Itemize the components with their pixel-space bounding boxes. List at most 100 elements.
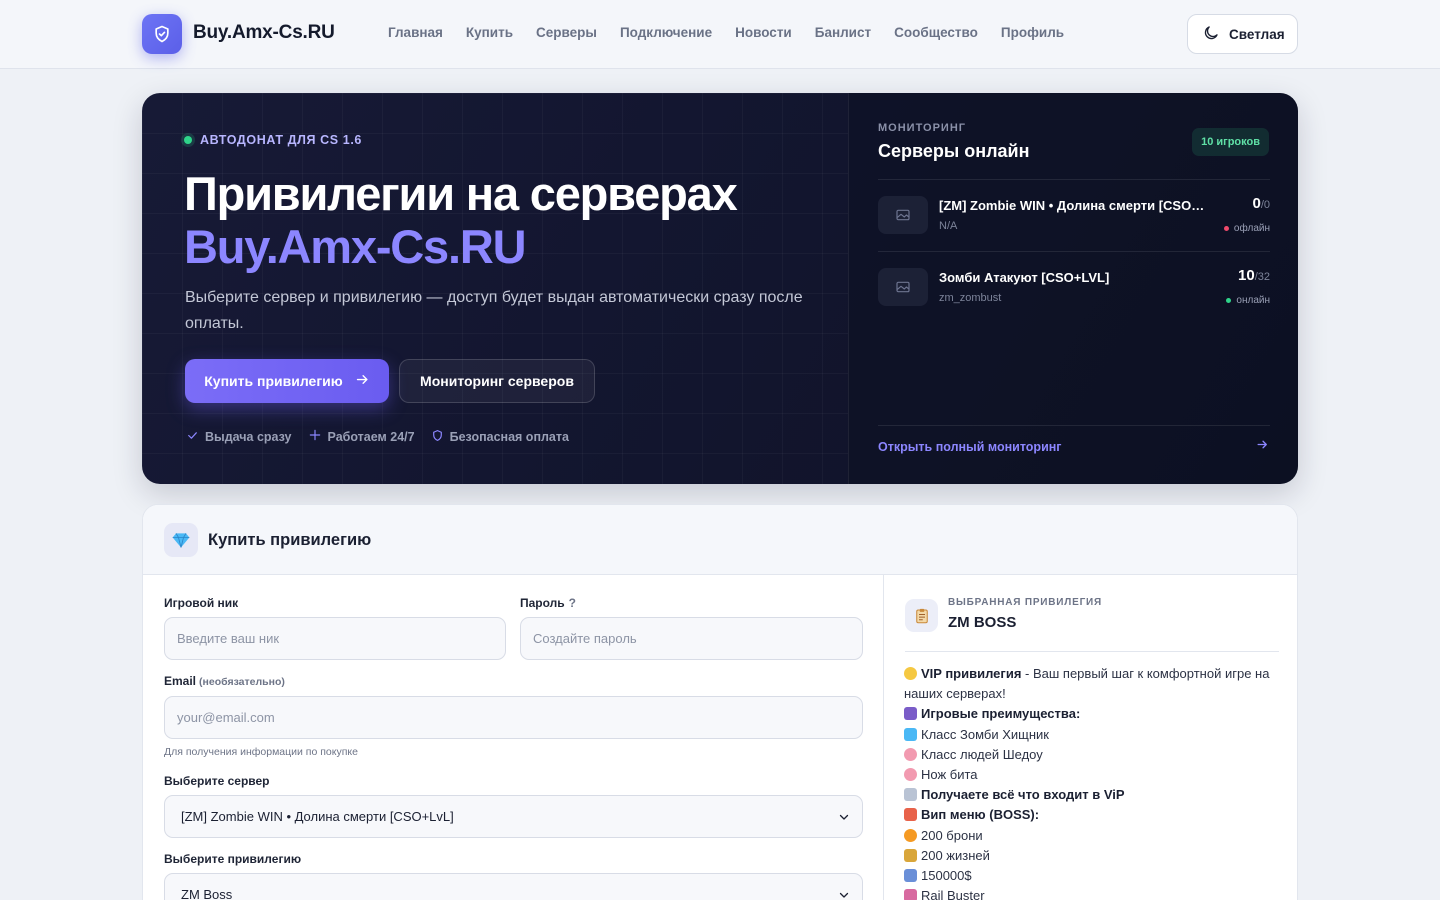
password-input[interactable] [520, 617, 863, 660]
divider [878, 425, 1270, 426]
includes-row: Получаете всё что входит в ViP [904, 785, 1284, 805]
hero-subtitle: Выберите сервер и привилегию — доступ бу… [185, 289, 803, 332]
feature-24-7-label: Работаем 24/7 [327, 429, 415, 444]
full-monitoring-link[interactable]: Открыть полный мониторинг [878, 440, 1062, 454]
server-row[interactable]: [ZM] Zombie WIN • Долина смерти [CSO+LvL… [878, 180, 1270, 250]
selected-privilege-label: ВЫБРАННАЯ ПРИВИЛЕГИЯ [948, 597, 1103, 608]
monitoring-label: МОНИТОРИНГ [878, 122, 966, 134]
shield-logo-icon[interactable] [142, 14, 182, 54]
privilege-select-value: ZM Boss [181, 887, 233, 900]
menu-title-row: Вип меню (BOSS): [904, 805, 1284, 825]
monitoring-panel: МОНИТОРИНГ Серверы онлайн 10 игроков [ZM… [848, 93, 1298, 484]
menu-title: Вип меню (BOSS): [921, 807, 1040, 823]
server-map: N/A [939, 220, 958, 232]
privilege-select-label: Выберите привилегию [164, 852, 302, 866]
privilege-intro-bold: VIP привилегия [921, 666, 1022, 681]
menu-item-label: 200 брони [921, 827, 983, 843]
server-name: [ZM] Zombie WIN • Долина смерти [CSO+LvL… [939, 198, 1209, 213]
theme-label: Светлая [1229, 26, 1285, 42]
nick-label: Игровой ник [164, 596, 239, 610]
email-optional-note: (необязательно) [199, 676, 285, 688]
hero-title: Привилегии на серверах Buy.Amx-Cs.RU [184, 167, 738, 273]
check-icon [186, 429, 199, 445]
benefit-item: Класс Зомби Хищник [904, 725, 1284, 745]
benefits-title: Игровые преимущества: [921, 706, 1081, 722]
nav-item-banlist[interactable]: Банлист [815, 25, 871, 40]
nav-item-servers[interactable]: Серверы [536, 25, 597, 40]
players-current: 0 [1252, 195, 1261, 212]
purchase-panel: Купить привилегию Игровой ник Пароль? Em… [142, 504, 1298, 900]
orange-circle-icon [904, 828, 917, 842]
hero-title-line2: Buy.Amx-Cs.RU [184, 220, 527, 273]
offline-dot-icon [1223, 226, 1229, 231]
clipboard-icon [905, 599, 938, 632]
selected-privilege-panel: ВЫБРАННАЯ ПРИВИЛЕГИЯ ZM BOSS VIP привиле… [883, 575, 1297, 900]
password-label: Пароль [520, 596, 565, 610]
benefit-item: Нож бита [904, 765, 1284, 785]
feature-instant-label: Выдача сразу [205, 429, 292, 444]
server-status-label: онлайн [1236, 295, 1270, 306]
menu-item-label: Rail Buster [921, 888, 985, 900]
email-hint: Для получения информации по покупке [164, 746, 358, 758]
nick-input[interactable] [164, 617, 506, 660]
benefit-item: Класс людей Шедоу [904, 745, 1284, 765]
weapon-icon [904, 889, 917, 900]
hero-title-line1: Привилегии на серверах [184, 167, 738, 220]
server-map: zm_zombust [939, 292, 1002, 304]
email-input[interactable] [164, 696, 863, 739]
server-status: онлайн [1226, 295, 1270, 306]
plus-icon [308, 428, 322, 445]
nav-item-community[interactable]: Сообщество [894, 25, 978, 40]
players-current: 10 [1238, 267, 1255, 284]
menu-item: 200 жизней [904, 846, 1284, 866]
players-max: /0 [1260, 199, 1270, 211]
email-label-row: Email (необязательно) [164, 674, 285, 688]
theme-toggle-button[interactable]: Светлая [1187, 14, 1298, 54]
buy-privilege-button[interactable]: Купить привилегию [185, 359, 389, 403]
image-placeholder-icon [878, 268, 928, 306]
image-placeholder-icon [878, 196, 928, 234]
server-select[interactable]: [ZM] Zombie WIN • Долина смерти [CSO+LvL… [164, 795, 863, 838]
privilege-intro: VIP привилегия - Ваш первый шаг к комфор… [904, 664, 1284, 704]
selected-privilege-name: ZM BOSS [948, 614, 1017, 631]
server-monitoring-button[interactable]: Мониторинг серверов [399, 359, 595, 403]
privilege-select[interactable]: ZM Boss [164, 873, 863, 900]
hero-section: АВТОДОНАТ ДЛЯ CS 1.6 Привилегии на серве… [142, 93, 1298, 484]
hero-badge: АВТОДОНАТ ДЛЯ CS 1.6 [184, 133, 362, 147]
benefit-label: Класс людей Шедоу [921, 746, 1043, 762]
feature-secure-payment-label: Безопасная оплата [449, 429, 569, 444]
menu-item-label: 150000$ [921, 868, 972, 884]
moon-icon [1202, 24, 1220, 45]
benefits-title-row: Игровые преимущества: [904, 704, 1284, 724]
hero-badge-text: АВТОДОНАТ ДЛЯ CS 1.6 [200, 133, 362, 147]
arrow-right-icon[interactable] [1256, 438, 1269, 456]
nav-item-home[interactable]: Главная [388, 25, 443, 40]
hero-features: Выдача сразу Работаем 24/7 Безопасная оп… [186, 428, 569, 445]
diamond-icon [164, 523, 198, 557]
star-icon [904, 667, 917, 680]
menu-item: 150000$ [904, 866, 1284, 886]
chart-icon [904, 869, 917, 883]
status-dot-icon [184, 136, 192, 144]
nav-item-profile[interactable]: Профиль [1001, 25, 1064, 40]
nav-item-news[interactable]: Новости [735, 25, 792, 40]
gamepad-icon [904, 707, 917, 721]
menu-item: 200 брони [904, 826, 1284, 846]
nav-item-connect[interactable]: Подключение [620, 25, 712, 40]
password-label-row: Пароль? [520, 596, 576, 610]
server-row[interactable]: Зомби Атакуют [CSO+LVL] zm_zombust 10/32… [878, 252, 1270, 322]
purchase-panel-header: Купить привилегию [143, 505, 1297, 575]
brain-icon [904, 747, 917, 761]
server-name: Зомби Атакуют [CSO+LVL] [939, 270, 1110, 285]
feature-24-7: Работаем 24/7 [308, 428, 415, 445]
purchase-form: Игровой ник Пароль? Email(необязательно)… [143, 575, 883, 900]
divider [905, 651, 1279, 652]
nav-item-buy[interactable]: Купить [466, 25, 513, 40]
menu-item: Rail Buster [904, 886, 1284, 900]
password-help-icon[interactable]: ? [569, 596, 576, 610]
includes-text: Получаете всё что входит в ViP [921, 787, 1125, 803]
brand-name[interactable]: Buy.Amx-Cs.RU [193, 22, 335, 44]
gift-icon [904, 808, 917, 822]
buy-privilege-label: Купить привилегию [204, 373, 343, 389]
main-nav: Главная Купить Серверы Подключение Новос… [388, 25, 1087, 40]
